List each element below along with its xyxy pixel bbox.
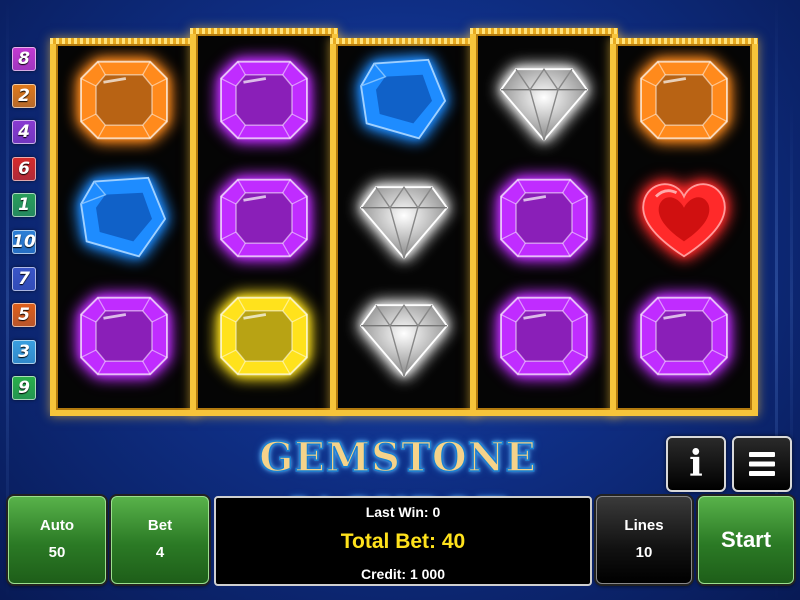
diamond-symbol: [356, 294, 452, 379]
total-bet-text: Total Bet: 40: [340, 530, 466, 553]
purple-gem-symbol: [76, 294, 172, 378]
payline-indicators: 8 2 4 6 1 10 7 5 3 9: [12, 47, 38, 413]
start-button[interactable]: Start: [698, 496, 794, 584]
lines-button[interactable]: Lines 10: [596, 496, 692, 584]
payline-number: 4: [12, 120, 36, 145]
credit-text: Credit: 1 000: [360, 566, 446, 582]
bet-label: Bet: [147, 517, 173, 534]
payline-number: 6: [12, 156, 36, 181]
blue-gem-symbol: [76, 176, 172, 260]
orange-gem-symbol: [76, 58, 172, 142]
blue-gem-symbol: [356, 58, 452, 142]
purple-gem-symbol: [496, 176, 592, 260]
diamond-symbol: [496, 58, 592, 143]
menu-icon: [749, 452, 775, 476]
purple-gem-symbol: [216, 176, 312, 260]
info-icon: i: [689, 443, 703, 485]
diamond-symbol: [356, 176, 452, 261]
payline-number: 9: [12, 376, 36, 401]
payline-number: 1: [12, 193, 36, 218]
purple-gem-symbol: [496, 294, 592, 378]
orange-gem-symbol: [636, 58, 732, 142]
red-heart-gem-symbol: [636, 176, 732, 260]
start-label: Start: [720, 527, 772, 552]
bet-button[interactable]: Bet 4: [111, 496, 209, 584]
yellow-gem-symbol: [216, 294, 312, 378]
purple-gem-symbol: [636, 294, 732, 378]
last-win-text: Last Win: 0: [365, 504, 441, 520]
payline-number: 10: [12, 229, 36, 254]
payline-number: 8: [12, 47, 36, 71]
payline-number: 3: [12, 339, 36, 364]
payline-number: 2: [12, 83, 36, 108]
auto-value: 50: [48, 544, 66, 561]
bet-value: 4: [155, 544, 165, 561]
payline-number: 5: [12, 303, 36, 328]
reels-area: [42, 28, 760, 426]
auto-button[interactable]: Auto 50: [8, 496, 106, 584]
menu-button[interactable]: [732, 436, 792, 492]
auto-label: Auto: [39, 517, 75, 534]
lines-value: 10: [635, 544, 653, 561]
purple-gem-symbol: [216, 58, 312, 142]
lines-label: Lines: [624, 517, 664, 534]
info-display: Last Win: 0 Total Bet: 40 Credit: 1 000: [214, 496, 592, 586]
info-button[interactable]: i: [666, 436, 726, 492]
payline-number: 7: [12, 266, 36, 291]
game-title: GEMSTONE JACKPOT: [259, 433, 537, 538]
